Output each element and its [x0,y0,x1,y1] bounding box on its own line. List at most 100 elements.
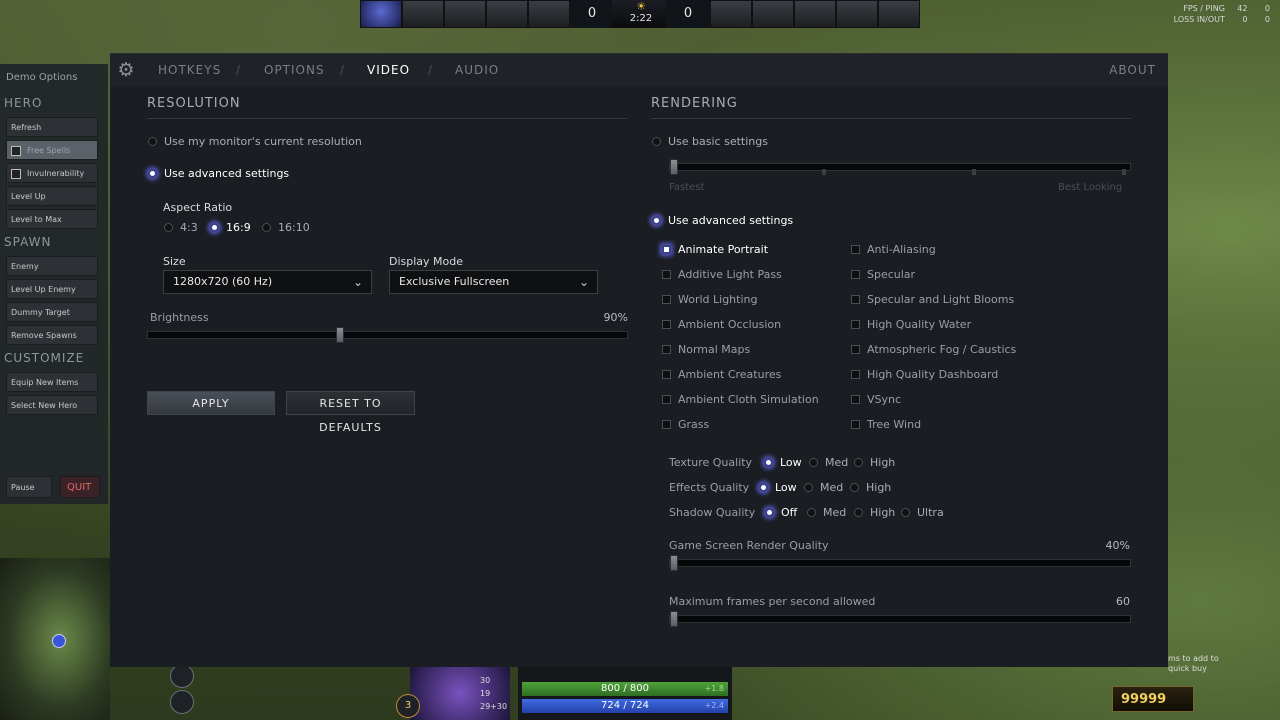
max-fps-slider[interactable] [669,611,1131,627]
brightness-slider[interactable] [147,327,628,343]
equip-new-items-button[interactable]: Equip New Items [6,372,98,392]
ambient-occlusion-label: Ambient Occlusion [678,318,782,331]
level-up-enemy-button[interactable]: Level Up Enemy [6,279,98,299]
spawn-enemy-button[interactable]: Enemy [6,256,98,276]
quit-button[interactable]: QUIT [60,476,100,498]
fps-label: FPS / PING [1183,4,1225,13]
resolution-title: RESOLUTION [147,96,241,111]
checkbox-box [662,395,671,404]
shadow-ultra-radio[interactable]: Ultra [901,506,944,519]
display-mode-dropdown[interactable]: Exclusive Fullscreen ⌄ [389,270,598,294]
free-spells-label: Free Spells [27,146,71,155]
hero-portrait-slot[interactable] [360,0,402,28]
texture-low-radio[interactable]: Low [764,456,802,469]
atmospheric-fog-checkbox[interactable]: Atmospheric Fog / Caustics [851,343,1016,356]
ambient-creatures-checkbox[interactable]: Ambient Creatures [662,368,781,381]
animate-portrait-label: Animate Portrait [678,243,769,256]
effects-low-radio[interactable]: Low [759,481,797,494]
shadow-off-radio[interactable]: Off [765,506,797,519]
mana-bar: 724 / 724 +2.4 [522,699,728,713]
use-basic-rendering-radio[interactable]: Use basic settings [652,135,768,148]
dummy-target-button[interactable]: Dummy Target [6,302,98,322]
effects-med-radio[interactable]: Med [804,481,843,494]
hero-portrait-slot[interactable] [752,0,794,28]
health-regen: +1.8 [704,684,724,693]
use-monitor-resolution-radio[interactable]: Use my monitor's current resolution [148,135,362,148]
tab-audio[interactable]: AUDIO [455,63,499,77]
checkbox-box [662,420,671,429]
invulnerability-toggle[interactable]: Invulnerability [6,163,98,183]
grass-checkbox[interactable]: Grass [662,418,709,431]
scan-icon[interactable] [170,690,194,714]
radio-dot [210,223,219,232]
basic-quality-slider-handle[interactable] [670,159,678,175]
anti-aliasing-checkbox[interactable]: Anti-Aliasing [851,243,936,256]
remove-spawns-button[interactable]: Remove Spawns [6,325,98,345]
loss-out-value: 0 [1264,15,1270,24]
aspect-16-9-radio[interactable]: 16:9 [210,221,251,234]
vsync-checkbox[interactable]: VSync [851,393,901,406]
tree-wind-checkbox[interactable]: Tree Wind [851,418,921,431]
texture-med-radio[interactable]: Med [809,456,848,469]
tab-hotkeys[interactable]: HOTKEYS [158,63,221,77]
glyph-icon[interactable] [170,664,194,688]
shadow-med-radio[interactable]: Med [807,506,846,519]
remove-spawns-label: Remove Spawns [11,331,77,340]
use-advanced-rendering-radio[interactable]: Use advanced settings [652,214,793,227]
additive-light-pass-checkbox[interactable]: Additive Light Pass [662,268,782,281]
gold-counter[interactable]: 99999 [1112,686,1194,712]
hero-portrait-slot[interactable] [402,0,444,28]
high-quality-water-checkbox[interactable]: High Quality Water [851,318,971,331]
ambient-occlusion-checkbox[interactable]: Ambient Occlusion [662,318,781,331]
minimap[interactable] [0,558,110,720]
basic-quality-slider[interactable] [669,159,1131,175]
refresh-button-label: Refresh [11,123,42,132]
high-quality-dashboard-checkbox[interactable]: High Quality Dashboard [851,368,998,381]
effects-med-label: Med [820,481,844,494]
world-lighting-checkbox[interactable]: World Lighting [662,293,757,306]
health-mana-bars: 800 / 800 +1.8 724 / 724 +2.4 [518,666,732,720]
pause-button[interactable]: Pause [6,476,52,498]
atmospheric-fog-label: Atmospheric Fog / Caustics [867,343,1017,356]
shadow-ultra-label: Ultra [917,506,944,519]
level-to-max-button[interactable]: Level to Max [6,209,98,229]
render-quality-slider-handle[interactable] [670,555,678,571]
tab-options[interactable]: OPTIONS [264,63,325,77]
size-dropdown[interactable]: 1280x720 (60 Hz) ⌄ [163,270,372,294]
texture-high-radio[interactable]: High [854,456,895,469]
refresh-button[interactable]: Refresh [6,117,98,137]
size-dropdown-value: 1280x720 (60 Hz) [173,275,273,288]
hero-portrait-slot[interactable] [710,0,752,28]
specular-checkbox[interactable]: Specular [851,268,915,281]
hero-portrait-slot[interactable] [878,0,920,28]
radio-dot [652,137,661,146]
checkbox-box [851,345,860,354]
select-new-hero-button[interactable]: Select New Hero [6,395,98,415]
ambient-cloth-simulation-checkbox[interactable]: Ambient Cloth Simulation [662,393,819,406]
free-spells-toggle[interactable]: Free Spells [6,140,98,160]
tab-video[interactable]: VIDEO [367,63,410,77]
hero-portrait-slot[interactable] [528,0,570,28]
specular-light-blooms-checkbox[interactable]: Specular and Light Blooms [851,293,1014,306]
checkbox-box [851,420,860,429]
hero-portrait-slot[interactable] [444,0,486,28]
aspect-16-10-radio[interactable]: 16:10 [262,221,310,234]
level-up-button[interactable]: Level Up [6,186,98,206]
aspect-4-3-radio[interactable]: 4:3 [164,221,198,234]
use-advanced-resolution-radio[interactable]: Use advanced settings [148,167,289,180]
max-fps-slider-handle[interactable] [670,611,678,627]
reset-to-defaults-button[interactable]: RESET TO DEFAULTS [286,391,415,434]
render-quality-slider[interactable] [669,555,1131,571]
normal-maps-checkbox[interactable]: Normal Maps [662,343,750,356]
scale-fastest-label: Fastest [669,182,705,193]
hero-portrait-slot[interactable] [836,0,878,28]
animate-portrait-checkbox[interactable]: Animate Portrait [662,243,768,256]
brightness-slider-handle[interactable] [336,327,344,343]
shadow-high-radio[interactable]: High [854,506,895,519]
apply-button[interactable]: APPLY [147,391,275,415]
radio-dot [854,508,863,517]
tab-about[interactable]: ABOUT [1109,63,1156,77]
hero-portrait-slot[interactable] [486,0,528,28]
hero-portrait-slot[interactable] [794,0,836,28]
effects-high-radio[interactable]: High [850,481,891,494]
